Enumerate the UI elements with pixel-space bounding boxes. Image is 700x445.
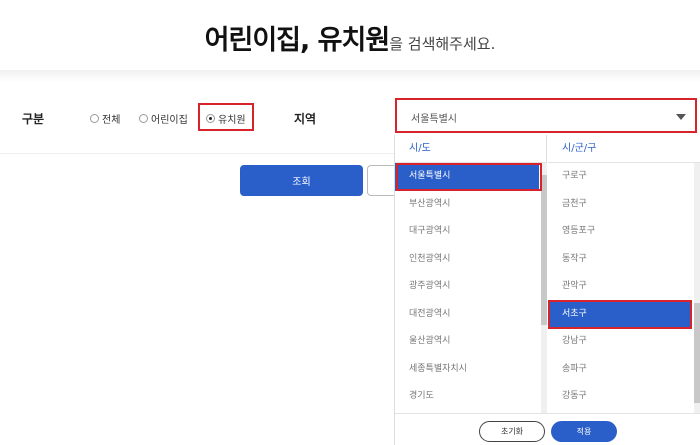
highlight-kindergarten [198,103,254,131]
search-button[interactable]: 조회 [240,165,363,196]
header-divider [0,70,700,82]
district-item[interactable]: 영등포구 [548,218,690,246]
highlight-seoul [396,163,542,191]
district-column: 시/군/구 구로구 금천구 영등포구 동작구 관악구 서초구 강남구 송파구 강… [548,135,700,413]
city-item[interactable]: 광주광역시 [395,273,539,301]
district-scrollbar-thumb[interactable] [694,303,700,403]
radio-daycare-circle[interactable] [139,114,148,123]
district-item[interactable]: 구로구 [548,163,690,191]
region-dropdown-panel: 시/도 서울특별시 부산광역시 대구광역시 인천광역시 광주광역시 대전광역시 … [394,135,700,445]
radio-daycare-label: 어린이집 [151,115,188,126]
radio-all[interactable]: 전체 [90,111,120,126]
chevron-down-icon[interactable] [676,114,686,120]
city-scrollbar-thumb[interactable] [541,175,547,325]
city-item[interactable]: 인천광역시 [395,246,539,274]
district-item[interactable]: 금천구 [548,191,690,219]
city-column-header: 시/도 [395,135,546,163]
page-title: 어린이집, 유치원을 검색해주세요. [0,18,700,57]
radio-all-label: 전체 [102,115,121,126]
city-item[interactable]: 경기도 [395,383,539,411]
city-scrollbar[interactable] [541,163,547,413]
page-title-bold: 어린이집, 유치원 [204,25,391,56]
region-select[interactable]: 서울특별시 [395,98,697,133]
reset-button[interactable]: 초기화 [479,421,545,442]
district-column-header: 시/군/구 [548,135,700,163]
category-label: 구분 [22,112,45,126]
district-item[interactable]: 강동구 [548,383,690,411]
city-item[interactable]: 세종특별자치시 [395,356,539,384]
district-scrollbar[interactable] [694,163,700,413]
radio-daycare[interactable]: 어린이집 [139,111,188,126]
region-label: 지역 [294,112,317,126]
city-item[interactable]: 대구광역시 [395,218,539,246]
city-item[interactable]: 대전광역시 [395,301,539,329]
district-item[interactable]: 관악구 [548,273,690,301]
district-item[interactable]: 동작구 [548,246,690,274]
filter-divider [0,153,400,154]
city-item[interactable]: 부산광역시 [395,191,539,219]
region-select-value: 서울특별시 [411,114,457,125]
dropdown-footer: 초기화 적용 [395,413,700,445]
district-item[interactable]: 강남구 [548,328,690,356]
district-item[interactable]: 송파구 [548,356,690,384]
apply-button[interactable]: 적용 [551,421,617,442]
highlight-seocho [548,300,692,329]
city-item[interactable]: 울산광역시 [395,328,539,356]
radio-all-circle[interactable] [90,114,99,123]
page-title-rest: 을 검색해주세요. [389,35,496,53]
